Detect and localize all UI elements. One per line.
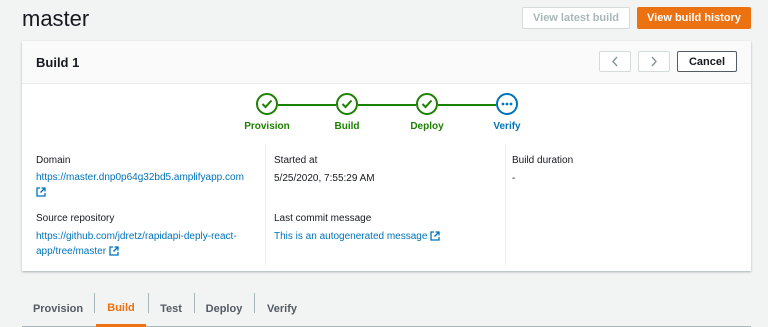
build-duration-label: Build duration: [512, 155, 574, 166]
last-commit-label: Last commit message: [274, 213, 372, 224]
source-repository-line2[interactable]: app/tree/master: [36, 246, 106, 257]
next-build-button[interactable]: [638, 51, 670, 72]
step-deploy-check-icon: [416, 93, 438, 115]
tab-build[interactable]: Build: [96, 291, 146, 327]
tab-separator: [94, 293, 95, 313]
tab-deploy[interactable]: Deploy: [198, 291, 250, 327]
previous-build-button[interactable]: [599, 51, 631, 72]
step-label-build: Build: [334, 121, 360, 132]
tab-separator: [194, 293, 195, 313]
build-tabs: Provision Build Test Deploy Verify: [22, 291, 751, 327]
started-at-label: Started at: [274, 155, 318, 166]
step-verify-ellipsis-icon: [496, 93, 518, 115]
step-build-check-icon: [336, 93, 358, 115]
external-link-icon: [430, 231, 440, 242]
external-link-icon: [36, 187, 46, 198]
tab-verify[interactable]: Verify: [258, 291, 306, 327]
view-build-history-button[interactable]: View build history: [637, 7, 751, 29]
started-at-value: 5/25/2020, 7:55:29 AM: [274, 173, 375, 184]
view-latest-build-button[interactable]: View latest build: [522, 7, 630, 29]
source-repository-label: Source repository: [36, 213, 115, 224]
domain-link[interactable]: https://master.dnp0p64g32bd5.amplifyapp.…: [36, 170, 244, 200]
build-steps: Provision Build Deploy Verify: [22, 93, 751, 143]
last-commit-text[interactable]: This is an autogenerated message: [274, 231, 427, 242]
chevron-right-icon: [651, 56, 657, 67]
tab-provision[interactable]: Provision: [26, 291, 90, 327]
build-duration-value: -: [512, 173, 516, 184]
source-repository-line1[interactable]: https://github.com/jdretz/rapidapi-deply…: [36, 231, 237, 242]
step-connector: [438, 104, 496, 106]
step-label-verify: Verify: [493, 121, 521, 132]
step-provision-check-icon: [256, 93, 278, 115]
source-repository-link[interactable]: https://github.com/jdretz/rapidapi-deply…: [36, 229, 237, 259]
tab-test[interactable]: Test: [152, 291, 190, 327]
domain-label: Domain: [36, 155, 71, 166]
domain-link-text[interactable]: https://master.dnp0p64g32bd5.amplifyapp.…: [36, 172, 244, 183]
step-label-provision: Provision: [244, 121, 290, 132]
build-panel: Build 1 Cancel Provision Build Deploy Ve…: [22, 41, 751, 271]
chevron-left-icon: [612, 56, 618, 67]
step-connector: [278, 104, 336, 106]
column-divider: [505, 144, 506, 266]
page-title: master: [22, 6, 90, 31]
step-label-deploy: Deploy: [410, 121, 444, 132]
step-connector: [358, 104, 416, 106]
build-panel-header: Build 1 Cancel: [22, 41, 751, 84]
cancel-button[interactable]: Cancel: [677, 51, 737, 72]
last-commit-link[interactable]: This is an autogenerated message: [274, 229, 440, 244]
column-divider: [265, 144, 266, 266]
tab-separator: [148, 293, 149, 313]
external-link-icon: [109, 246, 119, 257]
build-title: Build 1: [36, 55, 80, 70]
tab-separator: [254, 293, 255, 313]
